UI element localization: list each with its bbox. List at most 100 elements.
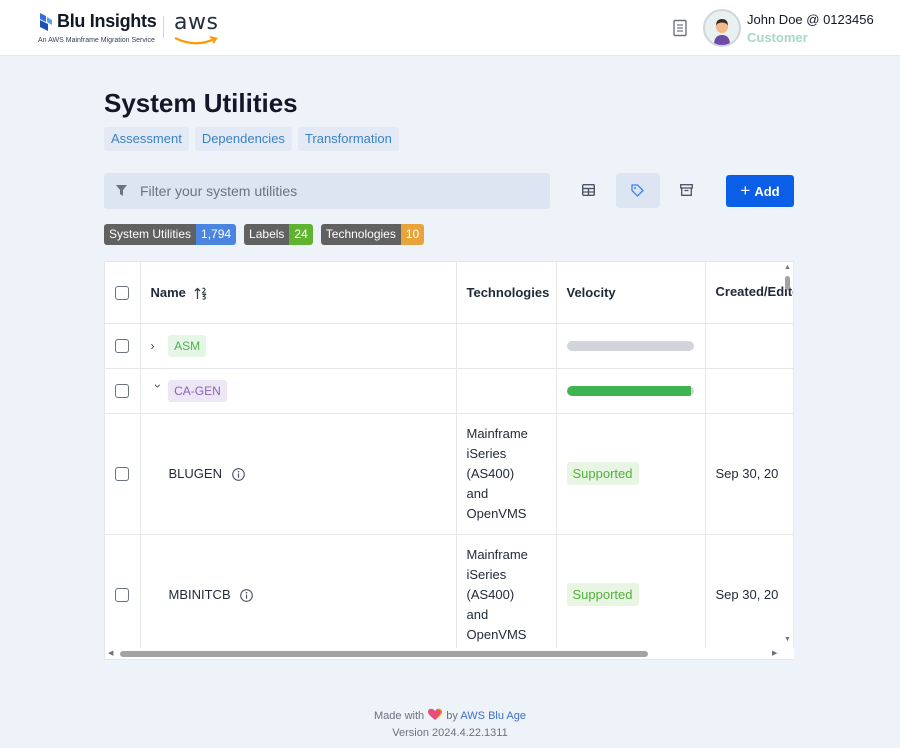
aws-smile-icon bbox=[174, 36, 218, 45]
blu-insights-logo-icon bbox=[40, 13, 52, 31]
footer-version: Version 2024.4.22.1311 bbox=[392, 727, 508, 739]
date-cell bbox=[705, 323, 793, 369]
app-header: Blu Insights An AWS Mainframe Migration … bbox=[0, 0, 900, 56]
user-name[interactable]: John Doe @ 0123456 bbox=[747, 12, 874, 27]
aws-logo-text: aws bbox=[174, 10, 219, 35]
plus-icon: + bbox=[740, 180, 751, 200]
filter-box bbox=[104, 173, 550, 209]
documentation-icon[interactable] bbox=[672, 19, 688, 37]
footer-credit: Made with by AWS Blu Age bbox=[0, 708, 900, 722]
chevron-right-icon[interactable]: › bbox=[151, 339, 165, 353]
badge-count: 24 bbox=[289, 224, 313, 245]
group-name-cell: › CA-GEN bbox=[140, 368, 457, 414]
velocity-cell bbox=[556, 323, 706, 369]
horizontal-scrollbar[interactable]: ◀ ▶ bbox=[105, 648, 794, 659]
scroll-up-icon[interactable]: ▲ bbox=[784, 264, 791, 271]
user-role: Customer bbox=[747, 30, 808, 45]
footer-made-with: Made with bbox=[374, 710, 425, 722]
velocity-bar bbox=[566, 385, 694, 396]
technologies-cell bbox=[456, 368, 557, 414]
column-name-label: Name bbox=[150, 284, 186, 300]
tag-icon bbox=[631, 184, 644, 197]
archive-view-button[interactable] bbox=[665, 173, 709, 208]
archive-icon bbox=[680, 184, 693, 196]
scroll-left-icon[interactable]: ◀ bbox=[108, 649, 113, 657]
badge-labels: Labels 24 bbox=[244, 224, 313, 245]
velocity-cell: Supported bbox=[556, 534, 706, 656]
column-name[interactable]: Name bbox=[140, 262, 457, 324]
search-input[interactable] bbox=[140, 173, 540, 209]
row-checkbox[interactable] bbox=[115, 339, 130, 354]
row-checkbox[interactable] bbox=[115, 588, 130, 603]
info-icon[interactable] bbox=[231, 468, 245, 481]
scroll-right-icon[interactable]: ▶ bbox=[772, 649, 777, 657]
tech-line: (AS400) bbox=[466, 586, 515, 602]
tech-line: OpenVMS bbox=[466, 626, 527, 642]
status-badge: Supported bbox=[566, 462, 639, 485]
table-row[interactable]: BLUGEN Mainframe iSeries (AS400) and Ope… bbox=[105, 413, 793, 535]
section-tabs: Assessment Dependencies Transformation bbox=[104, 127, 399, 151]
technologies-cell bbox=[456, 323, 557, 369]
tab-transformation[interactable]: Transformation bbox=[297, 127, 399, 151]
table-icon bbox=[582, 184, 595, 196]
user-avatar-icon bbox=[706, 12, 738, 45]
vertical-scrollbar[interactable]: ▲ ▼ bbox=[783, 262, 793, 648]
tech-line: Mainframe bbox=[466, 546, 528, 562]
table-header-row: Name Technologies Velocity Created/Edite… bbox=[105, 262, 793, 324]
aws-logo: aws bbox=[174, 10, 219, 45]
table-row[interactable]: MBINITCB Mainframe iSeries (AS400) and O… bbox=[105, 534, 793, 656]
column-created-edited[interactable]: Created/Edited At bbox=[705, 262, 793, 324]
row-checkbox[interactable] bbox=[115, 467, 130, 482]
column-velocity[interactable]: Velocity bbox=[556, 262, 706, 324]
column-technologies[interactable]: Technologies bbox=[456, 262, 557, 324]
tab-dependencies[interactable]: Dependencies bbox=[194, 127, 292, 151]
scroll-down-icon[interactable]: ▼ bbox=[784, 636, 791, 643]
add-button-label: Add bbox=[754, 183, 780, 199]
brand-subtitle: An AWS Mainframe Migration Service bbox=[38, 37, 155, 44]
tab-assessment[interactable]: Assessment bbox=[104, 127, 189, 151]
tech-line: and bbox=[466, 485, 489, 501]
velocity-bar bbox=[566, 340, 694, 351]
name-cell: MBINITCB bbox=[140, 534, 457, 656]
table-view-button[interactable] bbox=[567, 173, 611, 208]
group-tag-ca-gen[interactable]: CA-GEN bbox=[168, 379, 227, 402]
badge-technologies: Technologies 10 bbox=[320, 224, 425, 245]
status-badge: Supported bbox=[566, 583, 639, 606]
checkbox-cell bbox=[105, 413, 141, 535]
name-cell: BLUGEN bbox=[140, 413, 457, 535]
chevron-down-icon[interactable]: › bbox=[151, 384, 165, 398]
badge-label: Technologies bbox=[320, 224, 401, 245]
group-name-cell: › ASM bbox=[140, 323, 457, 369]
info-icon[interactable] bbox=[240, 589, 254, 602]
utilities-table-container[interactable]: Name Technologies Velocity Created/Edite… bbox=[104, 261, 794, 660]
count-badges: System Utilities 1,794 Labels 24 Technol… bbox=[104, 224, 425, 245]
table-group-row[interactable]: › ASM bbox=[105, 323, 793, 369]
badge-system-utilities: System Utilities 1,794 bbox=[104, 224, 237, 245]
utilities-table: Name Technologies Velocity Created/Edite… bbox=[105, 262, 793, 656]
select-all-cell bbox=[105, 262, 141, 324]
tech-line: (AS400) bbox=[466, 465, 515, 481]
tech-line: iSeries bbox=[466, 566, 507, 582]
labels-view-button[interactable] bbox=[616, 173, 660, 208]
tech-line: Mainframe bbox=[466, 425, 528, 441]
logo-divider bbox=[163, 16, 164, 38]
avatar[interactable] bbox=[703, 9, 741, 47]
utility-name[interactable]: BLUGEN bbox=[169, 466, 222, 481]
technologies-cell: Mainframe iSeries (AS400) and OpenVMS bbox=[456, 534, 557, 656]
utility-name[interactable]: MBINITCB bbox=[169, 587, 231, 602]
row-checkbox[interactable] bbox=[115, 384, 130, 399]
company-link[interactable]: AWS Blu Age bbox=[460, 710, 526, 722]
horizontal-scroll-thumb[interactable] bbox=[120, 651, 648, 657]
select-all-checkbox[interactable] bbox=[115, 286, 130, 301]
table-group-row[interactable]: › CA-GEN bbox=[105, 368, 793, 414]
sort-icon[interactable] bbox=[194, 287, 208, 300]
velocity-cell bbox=[556, 368, 706, 414]
badge-count: 1,794 bbox=[196, 224, 237, 245]
technologies-cell: Mainframe iSeries (AS400) and OpenVMS bbox=[456, 413, 557, 535]
vertical-scroll-thumb[interactable] bbox=[785, 276, 790, 290]
heart-icon bbox=[428, 708, 443, 720]
velocity-cell: Supported bbox=[556, 413, 706, 535]
group-tag-asm[interactable]: ASM bbox=[168, 334, 207, 357]
date-cell bbox=[705, 368, 793, 414]
add-button[interactable]: + Add bbox=[726, 175, 794, 207]
